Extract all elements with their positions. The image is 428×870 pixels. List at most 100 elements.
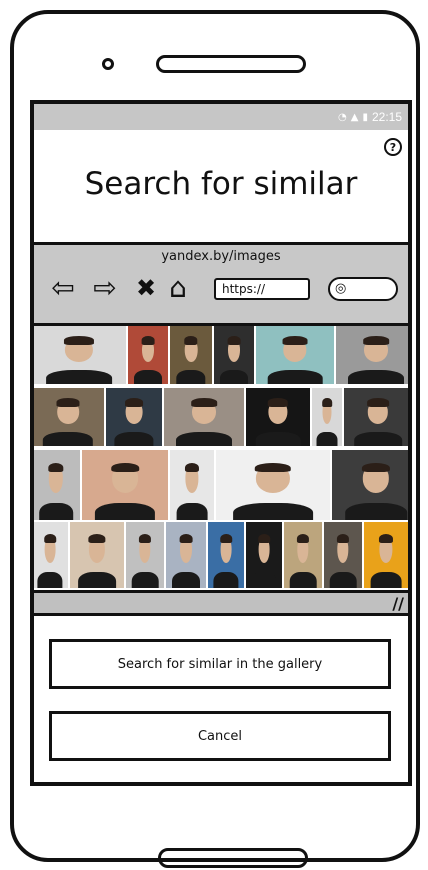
search-gallery-button[interactable]: Search for similar in the gallery	[49, 639, 391, 689]
home-button[interactable]	[158, 848, 308, 868]
photo-body	[134, 370, 162, 384]
gallery-photo[interactable]	[170, 326, 212, 384]
gallery-photo[interactable]	[246, 388, 310, 446]
photo-body	[348, 370, 404, 384]
gallery-photo[interactable]	[106, 388, 162, 446]
gallery-photo[interactable]	[324, 522, 362, 588]
gallery-photo[interactable]	[34, 326, 126, 384]
photo-hair	[322, 398, 332, 407]
photo-body	[354, 432, 402, 446]
photo-body	[172, 572, 200, 588]
photo-hair	[138, 533, 152, 544]
gallery-photo[interactable]	[164, 388, 244, 446]
browser-search-field[interactable]: ◎	[328, 277, 398, 301]
back-arrow-icon[interactable]: ⇦	[46, 273, 80, 303]
photo-body	[329, 572, 357, 588]
gallery-row	[34, 522, 408, 588]
photo-body	[233, 503, 313, 520]
photo-hair	[48, 462, 64, 473]
battery-icon: ▮	[362, 111, 368, 123]
gallery-photo[interactable]	[332, 450, 408, 520]
photo-hair	[363, 336, 389, 345]
gallery-photo[interactable]	[312, 388, 342, 446]
gallery-photo[interactable]	[34, 522, 68, 588]
status-bar: ◔ ▲ ▮ 22:15	[34, 104, 408, 130]
gallery-photo[interactable]	[214, 326, 254, 384]
photo-body	[176, 432, 232, 446]
photo-hair	[282, 336, 308, 345]
photo-hair	[191, 398, 217, 407]
photo-body	[267, 370, 323, 384]
photo-body	[345, 503, 407, 520]
address-field[interactable]: https://	[214, 278, 310, 300]
gallery-row	[34, 326, 408, 384]
browser-url: yandex.by/images	[161, 249, 281, 264]
photo-body	[131, 572, 159, 588]
photo-hair	[56, 398, 80, 407]
photo-body	[37, 572, 63, 588]
status-time: 22:15	[371, 110, 402, 124]
gallery-photo[interactable]	[344, 388, 408, 446]
photo-hair	[367, 398, 389, 407]
photo-body	[46, 370, 112, 384]
gallery-photo[interactable]	[128, 326, 168, 384]
photo-body	[251, 572, 277, 588]
gallery-photo[interactable]	[166, 522, 206, 588]
cancel-button[interactable]: Cancel	[49, 711, 391, 761]
image-gallery	[34, 326, 408, 590]
gallery-photo[interactable]	[284, 522, 322, 588]
photo-hair	[63, 336, 95, 345]
search-icon: ◎	[335, 281, 347, 296]
photo-hair	[111, 462, 139, 473]
photo-hair	[184, 336, 198, 345]
close-icon[interactable]: ✖	[134, 273, 158, 303]
gallery-photo[interactable]	[70, 522, 124, 588]
gallery-row	[34, 388, 408, 446]
photo-hair	[258, 533, 270, 544]
gallery-photo[interactable]	[256, 326, 334, 384]
photo-hair	[88, 533, 106, 544]
photo-hair	[141, 336, 155, 345]
speaker-grille	[156, 55, 306, 73]
photo-body	[316, 432, 338, 446]
photo-body	[94, 503, 156, 520]
photo-body	[255, 432, 301, 446]
home-icon[interactable]: ⌂	[164, 273, 192, 303]
gallery-photo[interactable]	[246, 522, 282, 588]
gallery-photo[interactable]	[216, 450, 330, 520]
photo-hair	[361, 462, 391, 473]
photo-body	[78, 572, 116, 588]
gallery-footer: //	[34, 590, 408, 616]
photo-hair	[378, 533, 394, 544]
browser-bar: yandex.by/images ⇦ ⇨ ✖ ⌂ https:// ◎	[34, 242, 408, 326]
photo-body	[213, 572, 239, 588]
photo-body	[289, 572, 317, 588]
gallery-photo[interactable]	[126, 522, 164, 588]
photo-hair	[267, 398, 289, 407]
gallery-photo[interactable]	[208, 522, 244, 588]
gallery-photo[interactable]	[364, 522, 408, 588]
gallery-photo[interactable]	[336, 326, 408, 384]
photo-hair	[184, 462, 200, 473]
photo-hair	[125, 398, 143, 407]
gallery-photo[interactable]	[82, 450, 168, 520]
photo-hair	[227, 336, 241, 345]
photo-hair	[296, 533, 310, 544]
photo-hair	[44, 533, 56, 544]
resize-handle-icon[interactable]: //	[392, 594, 404, 613]
photo-body	[176, 370, 206, 384]
page-title: Search for similar	[84, 166, 358, 202]
photo-hair	[254, 462, 292, 473]
photo-body	[39, 503, 73, 520]
photo-body	[176, 503, 208, 520]
screen: ◔ ▲ ▮ 22:15 ? Search for similar yandex.…	[30, 100, 412, 786]
camera-icon	[102, 58, 114, 70]
gallery-photo[interactable]	[34, 388, 104, 446]
signal-icon: ▲	[350, 111, 359, 123]
forward-arrow-icon[interactable]: ⇨	[88, 273, 122, 303]
question-icon[interactable]: ?	[384, 138, 402, 156]
photo-hair	[179, 533, 193, 544]
gallery-photo[interactable]	[170, 450, 214, 520]
gallery-photo[interactable]	[34, 450, 80, 520]
wifi-icon: ◔	[338, 111, 347, 123]
